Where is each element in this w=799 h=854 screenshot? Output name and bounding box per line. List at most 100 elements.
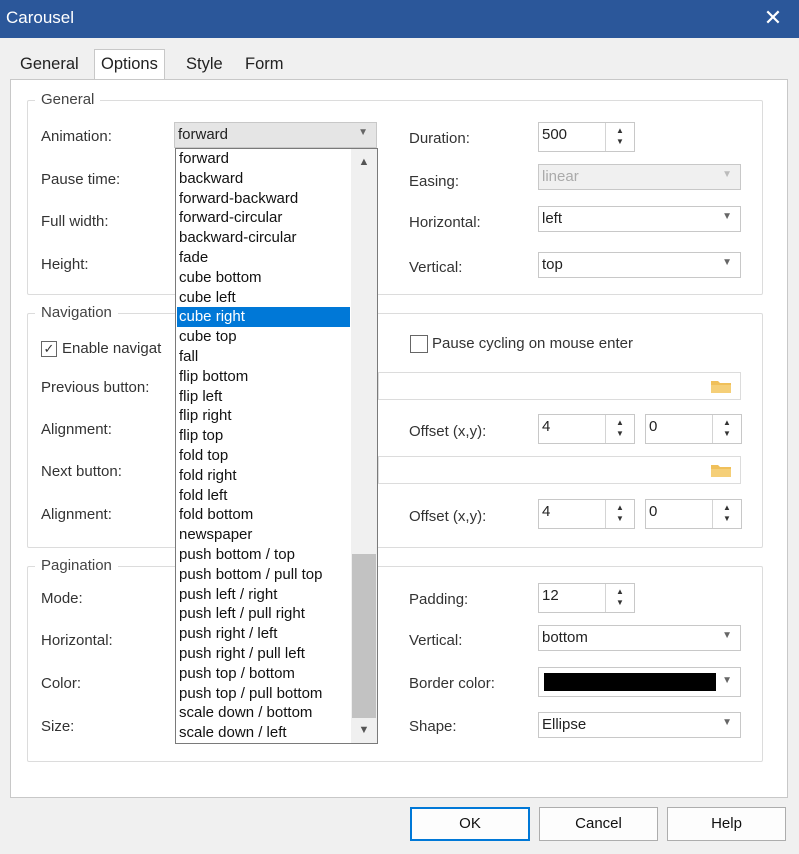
spin-down-icon[interactable]: ▼ [606,429,634,438]
offset-2-y-spin-buttons[interactable]: ▲ ▼ [712,500,741,528]
offset-2-y-stepper[interactable]: 0 ▲ ▼ [645,499,742,529]
pagination-vertical-select[interactable]: bottom ▼ [538,625,741,651]
spin-down-icon[interactable]: ▼ [713,514,741,523]
shape-select[interactable]: Ellipse ▼ [538,712,741,738]
animation-option[interactable]: backward [177,169,350,189]
offset-1-y-spin-buttons[interactable]: ▲ ▼ [712,415,741,443]
animation-option[interactable]: fall [177,347,350,367]
dropdown-scrollbar[interactable]: ▲ ▼ [351,149,377,743]
previous-button-field[interactable] [378,372,741,400]
animation-option[interactable]: scale down / left [177,723,350,743]
animation-option[interactable]: fade [177,248,350,268]
animation-option[interactable]: forward-circular [177,208,350,228]
duration-stepper[interactable]: 500 ▲ ▼ [538,122,635,152]
scroll-up-icon[interactable]: ▲ [351,149,377,175]
spin-down-icon[interactable]: ▼ [606,137,634,146]
offset-1-x-stepper[interactable]: 4 ▲ ▼ [538,414,635,444]
spin-down-icon[interactable]: ▼ [606,598,634,607]
chevron-down-icon: ▼ [722,257,732,268]
spin-up-icon[interactable]: ▲ [606,126,634,135]
animation-dropdown-list[interactable]: forward backward forward-backward forward-c… [175,148,378,744]
spin-up-icon[interactable]: ▲ [713,503,741,512]
easing-select[interactable]: linear ▼ [538,164,741,190]
horizontal-select-value: left [542,210,563,227]
animation-option[interactable]: cube bottom [177,268,350,288]
pause-cycling-checkbox[interactable] [410,335,428,353]
padding-label: Padding: [409,591,469,608]
close-icon[interactable]: ✕ [758,3,788,33]
animation-option[interactable]: fold right [177,466,350,486]
offset-2-x-stepper[interactable]: 4 ▲ ▼ [538,499,635,529]
padding-stepper[interactable]: 12 ▲ ▼ [538,583,635,613]
animation-option[interactable]: push left / pull right [177,604,350,624]
animation-option[interactable]: flip left [177,387,350,407]
duration-value: 500 [542,126,568,143]
animation-option[interactable]: push right / pull left [177,644,350,664]
animation-option[interactable]: newspaper [177,525,350,545]
animation-option[interactable]: push top / bottom [177,664,350,684]
horizontal-select[interactable]: left ▼ [538,206,741,232]
offset-1-x-spin-buttons[interactable]: ▲ ▼ [605,415,634,443]
animation-option[interactable]: push left / right [177,585,350,605]
chevron-down-icon: ▼ [722,717,732,728]
tab-options[interactable]: Options [94,49,165,80]
navigation-group-title: Navigation [35,304,118,321]
mode-label: Mode: [41,590,83,607]
spin-up-icon[interactable]: ▲ [713,418,741,427]
animation-option[interactable]: scale down / bottom [177,703,350,723]
animation-select[interactable]: forward ▼ [174,122,377,148]
animation-option[interactable]: backward-circular [177,228,350,248]
chevron-down-icon: ▼ [722,630,732,641]
spin-down-icon[interactable]: ▼ [606,514,634,523]
offset-1-x-value: 4 [542,418,551,435]
vertical-select-value: top [542,256,563,273]
spin-up-icon[interactable]: ▲ [606,418,634,427]
animation-label: Animation: [41,128,112,145]
chevron-down-icon: ▼ [722,675,732,686]
offset-2-x-value: 4 [542,503,551,520]
shape-select-value: Ellipse [542,716,587,733]
offset-2-x-spin-buttons[interactable]: ▲ ▼ [605,500,634,528]
animation-option[interactable]: fold bottom [177,505,350,525]
size-label: Size: [41,718,75,735]
animation-option[interactable]: forward-backward [177,189,350,209]
cancel-button[interactable]: Cancel [539,807,658,841]
animation-option[interactable]: push right / left [177,624,350,644]
duration-spin-buttons[interactable]: ▲ ▼ [605,123,634,151]
scrollbar-thumb[interactable] [352,554,376,718]
tab-general[interactable]: General [14,50,85,78]
spin-up-icon[interactable]: ▲ [606,503,634,512]
enable-navigation-checkbox[interactable]: ✓ [41,341,57,357]
border-color-select[interactable]: ▼ [538,667,741,697]
help-button[interactable]: Help [667,807,786,841]
animation-option[interactable]: push top / pull bottom [177,684,350,704]
border-color-label: Border color: [409,675,495,692]
animation-option[interactable]: cube top [177,327,350,347]
offset-1-y-stepper[interactable]: 0 ▲ ▼ [645,414,742,444]
color-label: Color: [41,675,82,692]
folder-icon[interactable] [710,462,732,478]
animation-option[interactable]: cube right [177,307,350,328]
spin-down-icon[interactable]: ▼ [713,429,741,438]
vertical-select[interactable]: top ▼ [538,252,741,278]
animation-option[interactable]: forward [177,149,350,169]
padding-spin-buttons[interactable]: ▲ ▼ [605,584,634,612]
animation-option[interactable]: push bottom / pull top [177,565,350,585]
folder-icon[interactable] [710,378,732,394]
animation-option[interactable]: flip right [177,406,350,426]
scroll-down-icon[interactable]: ▼ [351,717,377,743]
animation-option[interactable]: cube left [177,288,350,308]
animation-option[interactable]: flip top [177,426,350,446]
ok-button[interactable]: OK [410,807,530,841]
pause-cycling-label: Pause cycling on mouse enter [432,335,633,352]
tab-form[interactable]: Form [239,50,290,78]
tab-style[interactable]: Style [180,50,229,78]
spin-up-icon[interactable]: ▲ [606,587,634,596]
next-button-field[interactable] [378,456,741,484]
animation-option[interactable]: flip bottom [177,367,350,387]
animation-option[interactable]: push bottom / top [177,545,350,565]
animation-option[interactable]: fold left [177,486,350,506]
animation-option[interactable]: fold top [177,446,350,466]
border-color-swatch [544,673,716,691]
general-group-title: General [35,91,101,108]
